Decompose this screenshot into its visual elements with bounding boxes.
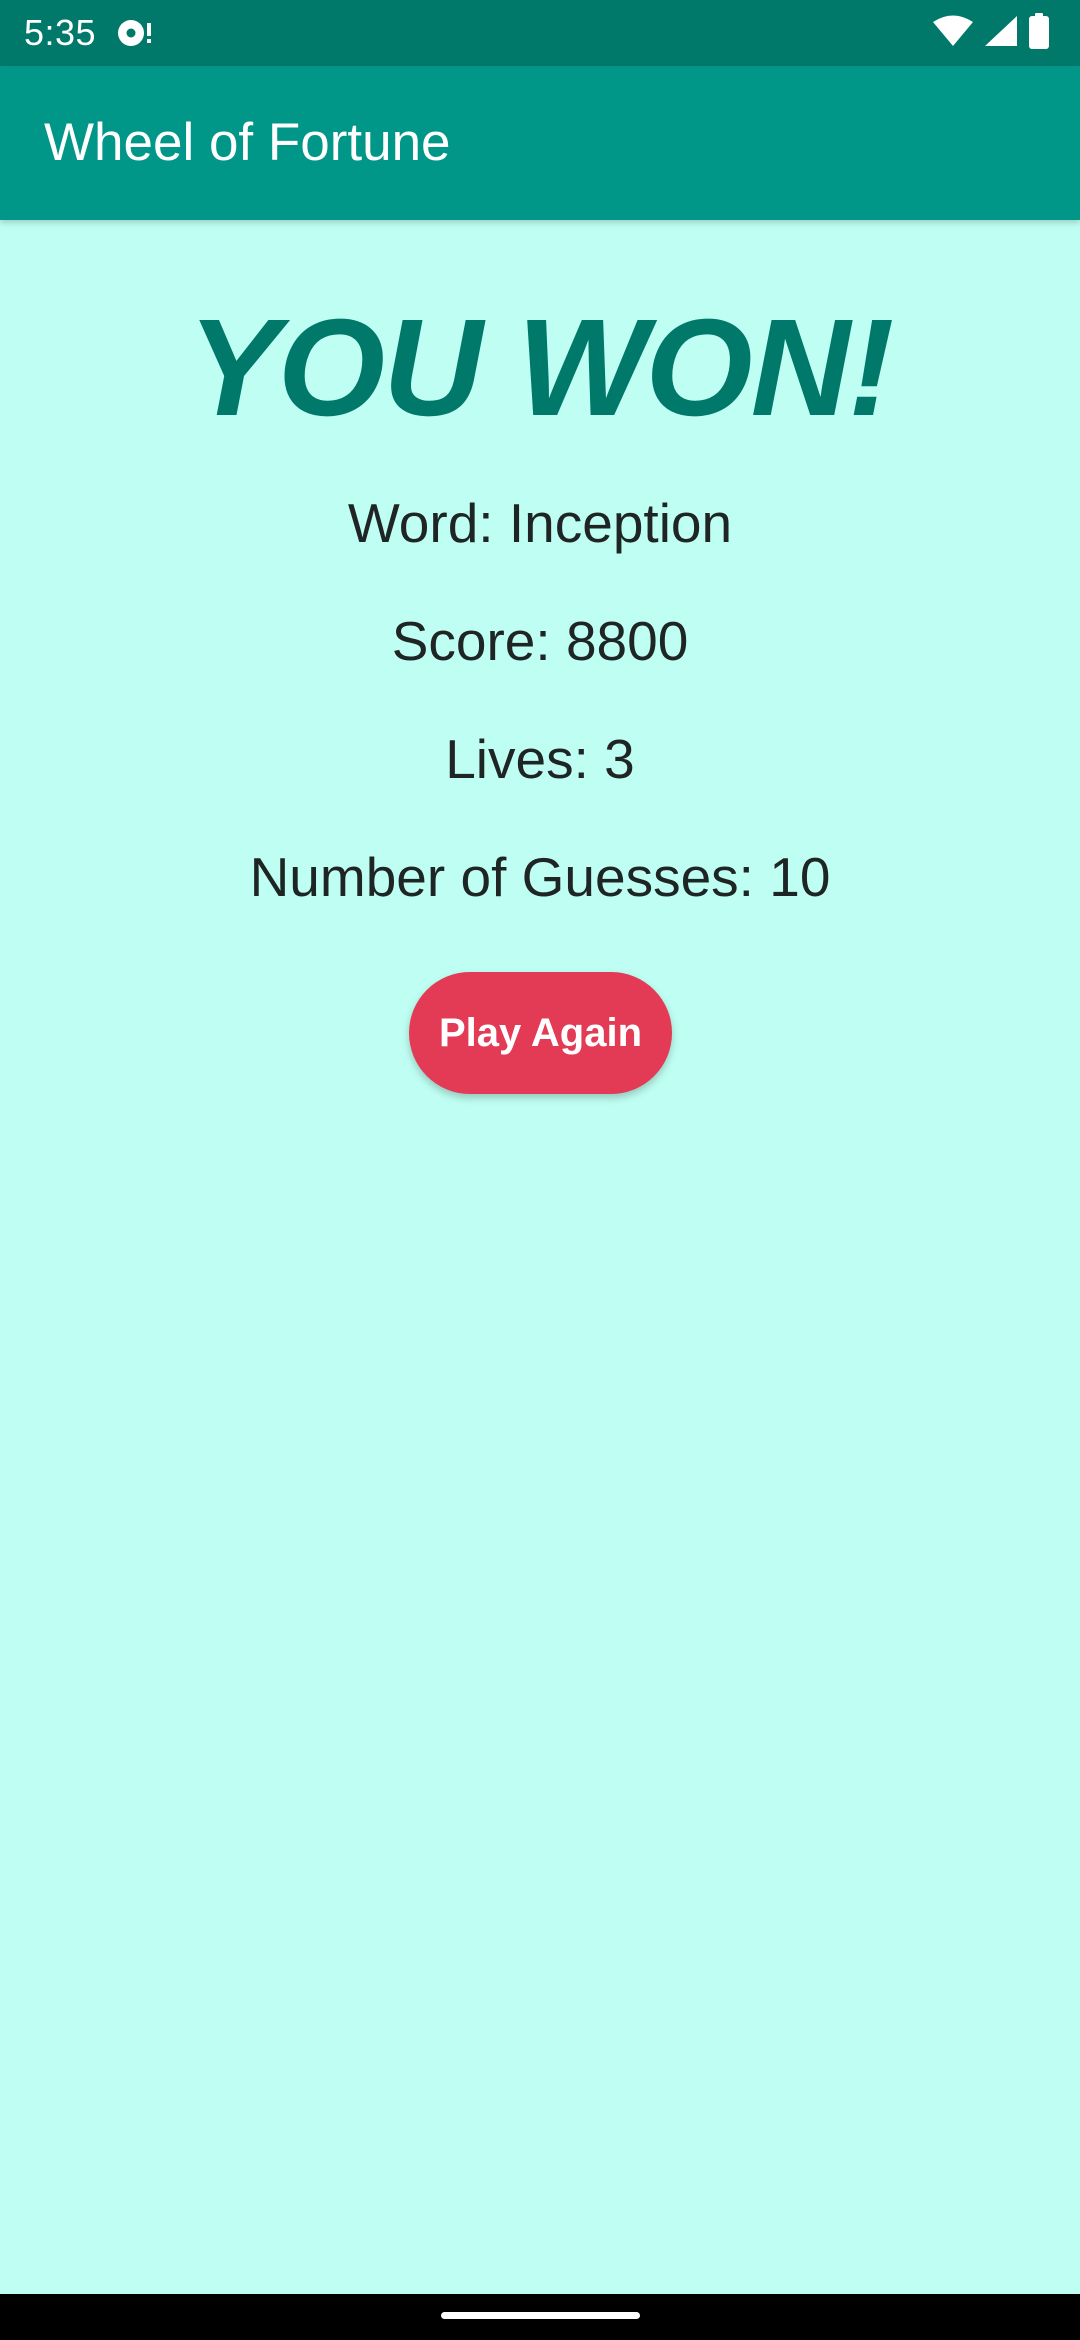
status-icons [932, 12, 1050, 54]
home-gesture-handle[interactable] [441, 2312, 640, 2319]
wifi-icon [932, 15, 974, 52]
status-time: 5:35 [24, 12, 97, 53]
guesses-text: Number of Guesses: 10 [249, 846, 831, 908]
score-text: Score: 8800 [391, 610, 689, 672]
app-title: Wheel of Fortune [44, 113, 451, 172]
battery-icon [1028, 12, 1050, 54]
lives-text: Lives: 3 [445, 728, 635, 790]
navigation-bar [0, 2294, 1080, 2340]
app-bar: Wheel of Fortune [0, 66, 1080, 220]
play-again-button[interactable]: Play Again [409, 972, 672, 1094]
status-bar: 5:35 [0, 0, 1080, 66]
media-status-icon [114, 16, 154, 50]
win-headline: YOU WON! [187, 291, 895, 445]
cellular-signal-icon [984, 15, 1018, 52]
word-text: Word: Inception [347, 492, 733, 554]
